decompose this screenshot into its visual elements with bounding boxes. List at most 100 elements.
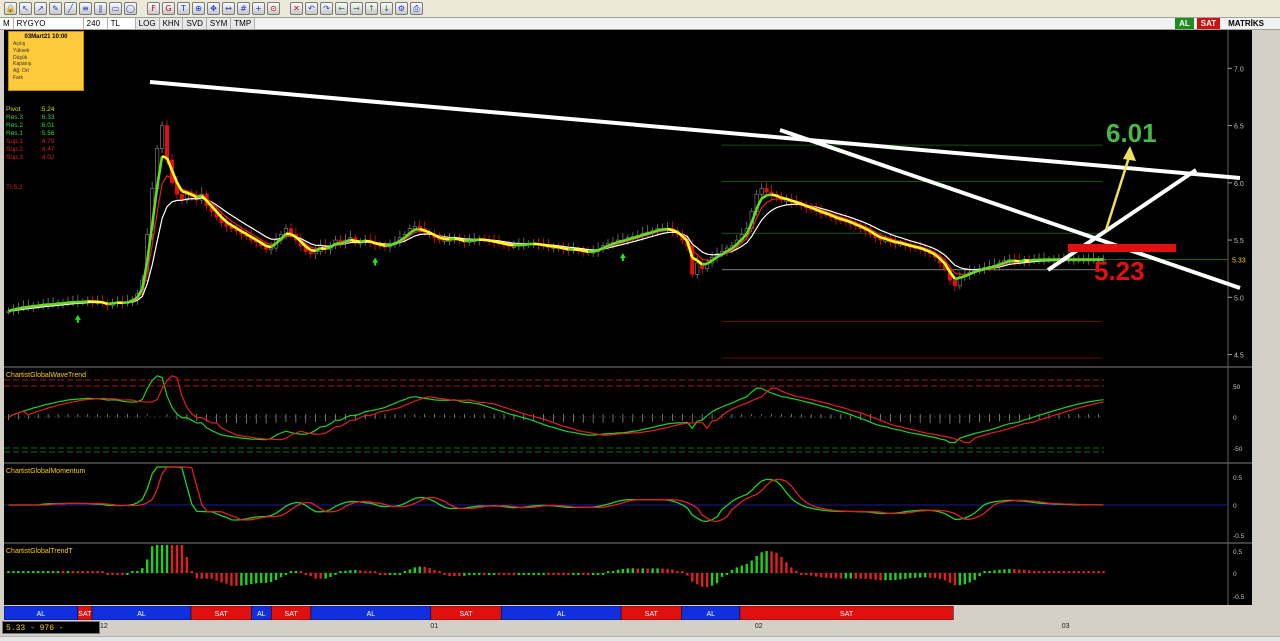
ma-fast-segment: [325, 246, 331, 251]
settings-icon[interactable]: ⚙: [395, 2, 408, 15]
trend-histogram-bar: [874, 573, 877, 580]
sell-button[interactable]: SAT: [1196, 18, 1221, 29]
print-icon[interactable]: ⎙: [410, 2, 423, 15]
horizontal-scrollbar[interactable]: [0, 636, 1280, 641]
trend-histogram-bar: [805, 573, 808, 575]
pencil-icon[interactable]: ✎: [49, 2, 62, 15]
symbol-field[interactable]: RYGYO: [13, 18, 84, 29]
ma-fast-segment: [553, 245, 559, 249]
pivot-label: Res.3: [6, 114, 23, 121]
trend-histogram-bar: [725, 573, 729, 575]
right-panel: [1252, 30, 1280, 605]
pivot-value: :6.33: [40, 114, 55, 121]
pivot-label: Res.1: [6, 130, 23, 137]
measure-icon[interactable]: ↔: [222, 2, 235, 15]
trend-histogram-bar: [463, 573, 466, 576]
log-button[interactable]: LOG: [135, 18, 160, 29]
ma-fast-segment: [1004, 259, 1010, 264]
rect-icon[interactable]: ▭: [109, 2, 122, 15]
grid-icon[interactable]: #: [237, 2, 250, 15]
ma-fast-segment: [642, 232, 649, 237]
chart-svg[interactable]: 4.5 5.0 5.5 6.0 6.5 7.0 5.33 6.01 5.23 ChartistGl…: [4, 30, 1252, 605]
ma-fast-segment: [310, 248, 316, 253]
redo-icon[interactable]: ↷: [320, 2, 333, 15]
fibonacci-icon[interactable]: F: [147, 2, 160, 15]
zoom-icon[interactable]: ⊕: [192, 2, 205, 15]
arrow-icon[interactable]: ↗: [34, 2, 47, 15]
ma-fast-segment: [760, 194, 768, 200]
ma-fast-segment: [112, 301, 118, 305]
trend-histogram-bar: [81, 571, 85, 573]
candle-body: [165, 125, 170, 161]
trend-histogram-bar: [418, 566, 421, 573]
svd-button[interactable]: SVD: [183, 18, 207, 29]
signal-label: SAT: [78, 611, 92, 618]
ma-fast-segment: [508, 243, 515, 247]
trend-histogram-bar: [517, 573, 521, 576]
trend-histogram-bar: [1067, 571, 1071, 573]
trend-histogram-bar: [552, 573, 555, 575]
trend-histogram-bar: [215, 573, 218, 581]
lock-icon[interactable]: 🔒: [4, 2, 17, 15]
trend-histogram-bar: [512, 573, 516, 576]
date-tick-label: 01: [430, 623, 439, 630]
ellipse-icon[interactable]: ◯: [124, 2, 137, 15]
trend-histogram-bar: [339, 571, 342, 573]
arrow-up-icon[interactable]: ↑: [365, 2, 378, 15]
trend-histogram-bar: [284, 573, 288, 575]
signal-label: AL: [367, 611, 376, 618]
trend-histogram-bar: [993, 570, 996, 573]
trend-histogram-bar: [428, 568, 431, 573]
ma-fast-segment: [954, 276, 961, 281]
trend-histogram-bar: [1018, 569, 1021, 573]
khn-button[interactable]: KHN: [159, 18, 184, 29]
trend-histogram-bar: [616, 569, 620, 573]
undo-icon[interactable]: ↶: [305, 2, 318, 15]
trend-histogram-bar: [1062, 571, 1066, 573]
period-field[interactable]: 240: [83, 18, 108, 29]
parallel-icon[interactable]: ∥: [94, 2, 107, 15]
ma-fast-segment: [419, 227, 426, 232]
delete-icon[interactable]: ✕: [290, 2, 303, 15]
trend-axis-label: -0.5: [1233, 594, 1245, 601]
line-icon[interactable]: ╱: [64, 2, 77, 15]
trend-histogram-bar: [473, 573, 476, 575]
pivot-label: Sup.1: [6, 138, 23, 145]
arrow-right-icon[interactable]: →: [350, 2, 363, 15]
ma-fast-segment: [890, 239, 896, 244]
trend-histogram-bar: [795, 570, 798, 573]
trend-histogram-bar: [250, 573, 253, 585]
trend-histogram-bar: [190, 571, 194, 573]
ma-fast-segment: [771, 193, 777, 197]
sym-button[interactable]: SYM: [206, 18, 232, 29]
trend-histogram-bar: [160, 545, 164, 573]
ma-fast-segment: [82, 300, 88, 304]
currency-field[interactable]: TL: [107, 18, 136, 29]
pivot-row: Res.1:5.56: [6, 130, 70, 138]
ma-fast-segment: [845, 219, 852, 224]
tmp-button[interactable]: TMP: [231, 18, 256, 29]
channel-icon[interactable]: ≡: [79, 2, 92, 15]
ma-fast-segment: [102, 301, 108, 306]
trend-histogram-bar: [136, 571, 139, 573]
signal-label: AL: [137, 611, 146, 618]
buy-button[interactable]: AL: [1175, 18, 1194, 29]
trend-histogram-bar: [170, 545, 174, 573]
gann-icon[interactable]: G: [162, 2, 175, 15]
trend-histogram-bar: [37, 571, 40, 573]
crosshair-icon[interactable]: +: [252, 2, 265, 15]
magnet-icon[interactable]: ⊙: [267, 2, 280, 15]
trend-histogram-bar: [740, 565, 744, 573]
trend-histogram-bar: [225, 573, 228, 584]
arrow-left-icon[interactable]: ←: [335, 2, 348, 15]
candle-body: [269, 247, 274, 250]
text-icon[interactable]: T: [177, 2, 190, 15]
trend-histogram-bar: [790, 567, 793, 573]
pan-icon[interactable]: ✥: [207, 2, 220, 15]
arrow-down-icon[interactable]: ↓: [380, 2, 393, 15]
last-price-label: 5.33: [1232, 258, 1246, 265]
cursor-icon[interactable]: ↖: [19, 2, 32, 15]
trend-histogram-bar: [869, 573, 872, 580]
chart-area[interactable]: 4.5 5.0 5.5 6.0 6.5 7.0 5.33 6.01 5.23 ChartistGl…: [4, 30, 1252, 605]
date-tick-label: 12: [100, 623, 108, 630]
